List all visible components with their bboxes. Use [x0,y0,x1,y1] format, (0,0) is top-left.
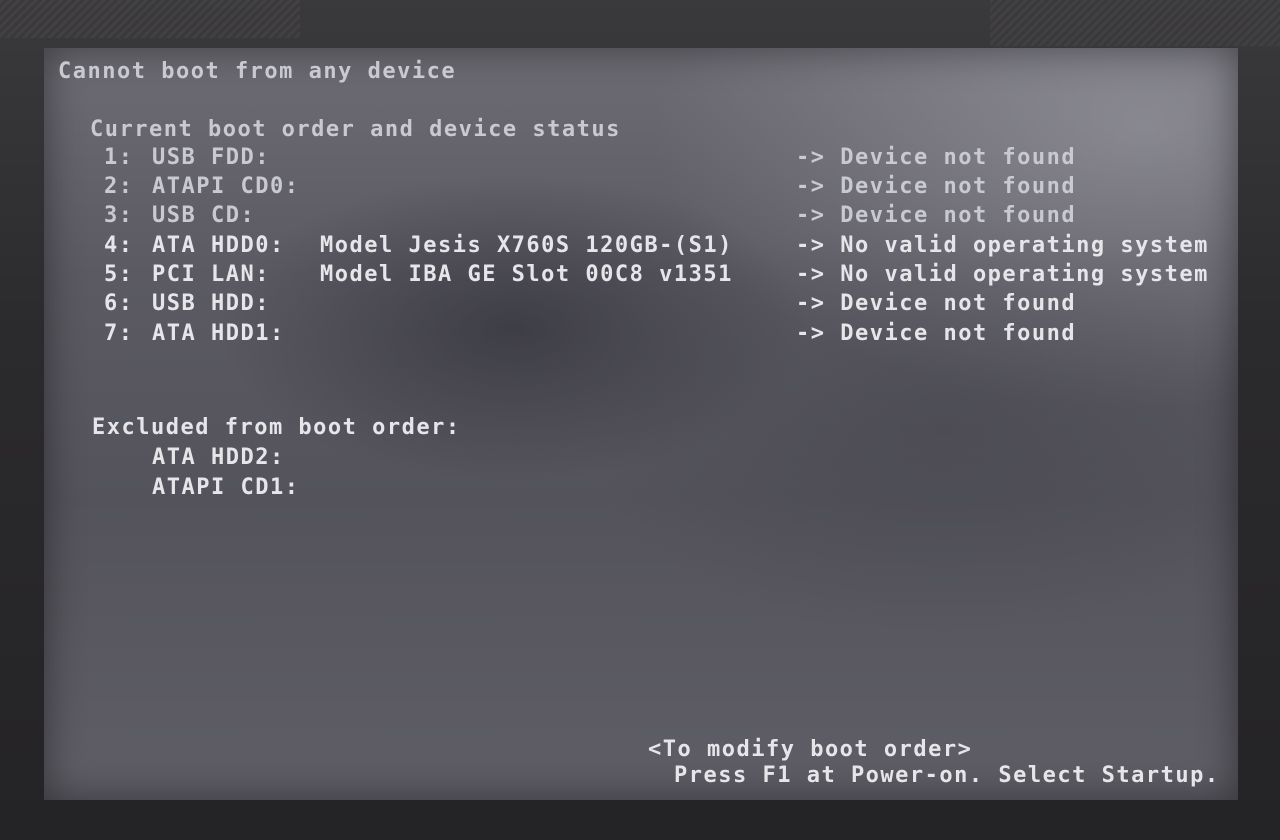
modify-boot-hint: <To modify boot order> [648,737,973,762]
excluded-item: ATA HDD2: [152,445,285,470]
boot-status: -> Device not found [796,291,1077,316]
bios-screen: Cannot boot from any device Current boot… [44,48,1238,800]
boot-index: 2: [104,174,134,199]
boot-status: -> Device not found [796,174,1077,199]
boot-status: -> Device not found [796,145,1077,170]
boot-status: -> Device not found [796,321,1077,346]
bezel-texture-right [990,0,1280,46]
boot-order-row: 7: ATA HDD1: -> Device not found [44,322,1238,348]
boot-index: 4: [104,233,134,258]
boot-device: ATA HDD1: [152,321,285,346]
boot-device: USB FDD: [152,145,270,170]
boot-status: -> No valid operating system [796,262,1209,287]
boot-device: PCI LAN: [152,262,270,287]
boot-index: 5: [104,262,134,287]
boot-order-row: 1: USB FDD: -> Device not found [44,146,1238,172]
boot-index: 3: [104,203,134,228]
boot-device: USB HDD: [152,291,270,316]
excluded-title: Excluded from boot order: [92,415,461,440]
boot-device: ATA HDD0: [152,233,285,258]
boot-order-row: 6: USB HDD: -> Device not found [44,292,1238,318]
boot-device: USB CD: [152,203,256,228]
bezel-texture-left [0,0,300,38]
boot-model: Model Jesis X760S 120GB-(S1) [320,233,733,258]
boot-order-row: 3: USB CD: -> Device not found [44,204,1238,230]
boot-index: 7: [104,321,134,346]
monitor-bezel: Cannot boot from any device Current boot… [0,0,1280,840]
boot-order-row: 2: ATAPI CD0: -> Device not found [44,175,1238,201]
boot-index: 6: [104,291,134,316]
boot-device: ATAPI CD0: [152,174,300,199]
boot-index: 1: [104,145,134,170]
boot-status: -> Device not found [796,203,1077,228]
excluded-item: ATAPI CD1: [152,475,300,500]
boot-status: -> No valid operating system [796,233,1209,258]
boot-order-title: Current boot order and device status [90,117,621,142]
boot-order-row: 4: ATA HDD0: Model Jesis X760S 120GB-(S1… [44,234,1238,260]
boot-error-title: Cannot boot from any device [58,59,457,84]
boot-order-row: 5: PCI LAN: Model IBA GE Slot 00C8 v1351… [44,263,1238,289]
startup-instruction: Press F1 at Power-on. Select Startup. [674,763,1220,788]
boot-model: Model IBA GE Slot 00C8 v1351 [320,262,733,287]
